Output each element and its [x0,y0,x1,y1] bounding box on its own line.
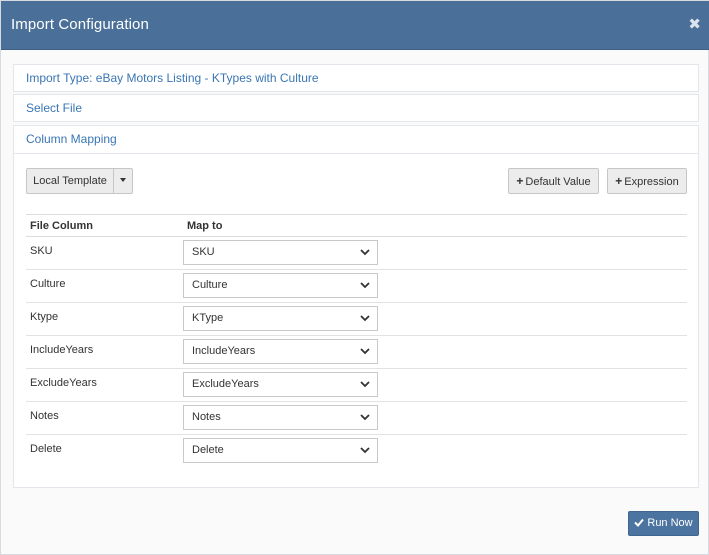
map-to-select[interactable]: IncludeYears [183,339,378,364]
table-header-row: File Column Map to [26,214,687,237]
template-dropdown-toggle[interactable] [113,168,133,194]
chevron-down-icon [360,282,370,289]
import-type-heading[interactable]: Import Type: eBay Motors Listing - KType… [14,65,698,91]
file-column-cell: ExcludeYears [26,368,183,402]
chevron-down-icon [360,447,370,454]
caret-down-icon [120,178,126,183]
map-to-value: KType [192,312,224,324]
map-to-select[interactable]: Delete [183,438,378,463]
chevron-down-icon [360,414,370,421]
chevron-down-icon [360,315,370,322]
map-to-value: ExcludeYears [192,378,259,390]
expression-button[interactable]: + Expression [607,168,687,194]
chevron-down-icon [360,249,370,256]
file-column-cell: Culture [26,269,183,303]
map-to-select[interactable]: KType [183,306,378,331]
panel-select-file[interactable]: Select File [13,94,699,122]
file-column-cell: SKU [26,236,183,270]
map-to-value: SKU [192,246,215,258]
map-to-value: IncludeYears [192,345,256,357]
modal-title: Import Configuration [11,16,149,33]
file-column-cell: Ktype [26,302,183,336]
check-icon [634,518,645,527]
panel-column-mapping: Column Mapping Local Template + Default V… [13,125,699,488]
select-file-heading[interactable]: Select File [14,95,698,121]
default-value-label: Default Value [525,176,591,188]
table-row: Ktype KType [26,302,687,336]
map-to-select[interactable]: Culture [183,273,378,298]
table-row: IncludeYears IncludeYears [26,335,687,369]
chevron-down-icon [360,348,370,355]
table-row: Notes Notes [26,401,687,435]
table-row: Culture Culture [26,269,687,303]
map-to-value: Notes [192,411,221,423]
plus-icon: + [516,174,524,188]
expression-label: Expression [624,176,679,188]
plus-icon: + [615,174,623,188]
table-row: Delete Delete [26,435,687,468]
column-mapping-table: File Column Map to SKU SKU Culture Cultu… [26,214,687,468]
map-to-value: Culture [192,279,228,291]
local-template-button[interactable]: Local Template [26,168,114,194]
panel-import-type[interactable]: Import Type: eBay Motors Listing - KType… [13,64,699,92]
map-to-select[interactable]: ExcludeYears [183,372,378,397]
chevron-down-icon [360,381,370,388]
map-to-select[interactable]: SKU [183,240,378,265]
run-now-button[interactable]: Run Now [628,511,699,536]
file-column-cell: Delete [30,443,62,455]
file-column-cell: Notes [26,401,183,435]
modal-header: Import Configuration ✖ [1,1,709,50]
map-to-value: Delete [192,444,224,456]
file-column-cell: IncludeYears [26,335,183,369]
map-to-header: Map to [183,214,687,237]
default-value-button[interactable]: + Default Value [508,168,599,194]
column-mapping-heading[interactable]: Column Mapping [14,126,698,154]
table-row: SKU SKU [26,236,687,270]
table-row: ExcludeYears ExcludeYears [26,368,687,402]
close-icon[interactable]: ✖ [688,16,701,34]
import-configuration-modal: Import Configuration ✖ Import Type: eBay… [0,0,709,555]
file-column-header: File Column [26,214,183,237]
run-now-label: Run Now [647,517,693,529]
map-to-select[interactable]: Notes [183,405,378,430]
